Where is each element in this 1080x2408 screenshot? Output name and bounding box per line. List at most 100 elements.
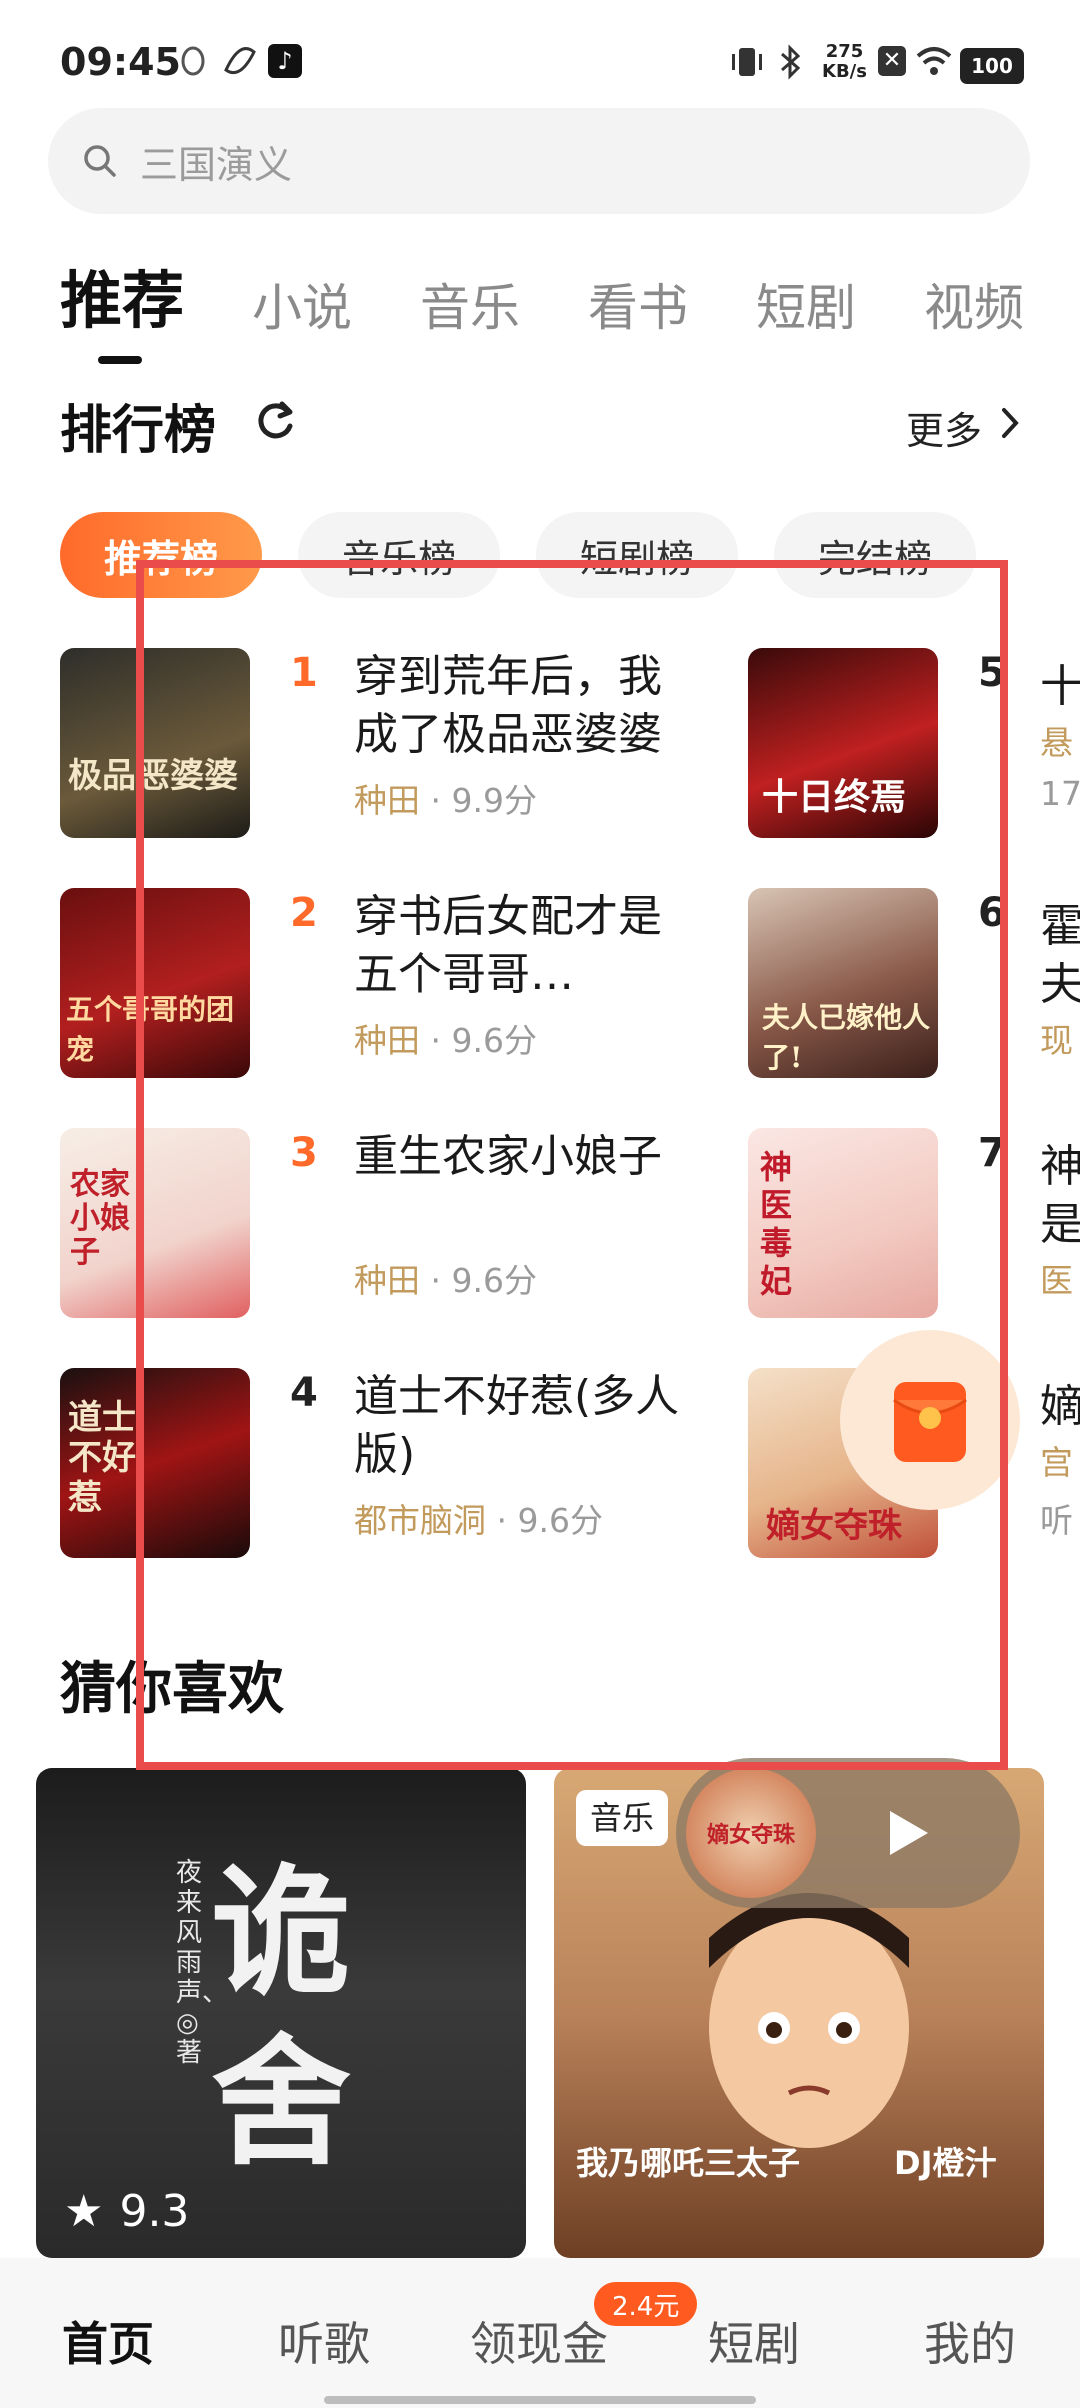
category-tabs: 推荐 小说 音乐 看书 短剧 视频 (60, 240, 1050, 364)
rating-value: 9.3 (119, 2186, 190, 2237)
character-illustration (709, 1893, 909, 2148)
book-meta: 都市脑洞 · 9.6分 (354, 1501, 603, 1540)
book-cover[interactable]: 五个哥哥的团宠 (60, 888, 250, 1078)
ranking-chips: 推荐榜 音乐榜 短剧榜 完结榜 (60, 512, 1012, 598)
guess-card[interactable]: 诡舍 夜来风雨声、◎著 ★ 9.3 (36, 1768, 526, 2258)
more-link[interactable]: 更多 (906, 400, 982, 455)
cover-text: 道士不好惹 (68, 1398, 136, 1518)
search-bar[interactable]: 三国演义 (48, 108, 1030, 214)
qq-icon (181, 46, 205, 76)
vibrate-icon (732, 48, 762, 76)
tab-music[interactable]: 音乐 (420, 268, 520, 340)
book-title[interactable]: 穿到荒年后，我成了极品恶婆婆 (354, 648, 694, 764)
nav-listen[interactable]: 听歌 (278, 2308, 370, 2374)
mini-player[interactable]: 嫡女夺珠 (676, 1758, 1020, 1908)
chip-music-rank[interactable]: 音乐榜 (298, 512, 501, 598)
chip-drama-rank[interactable]: 短剧榜 (536, 512, 739, 598)
nav-me[interactable]: 我的 (924, 2308, 1016, 2374)
rank-number: 1 (290, 650, 318, 696)
cover-author: 夜来风雨声、◎著 (176, 1858, 229, 2068)
rank-number: 3 (290, 1130, 318, 1176)
cash-badge: 2.4元 (594, 2282, 698, 2326)
ranking-title: 排行榜 (60, 401, 217, 461)
book-title-fragment[interactable]: 神 (1040, 1130, 1080, 1194)
cover-text: 嫡女夺珠 (766, 1506, 902, 1546)
book-title-fragment[interactable]: 夫 (1040, 948, 1080, 1012)
book-meta-fragment: 宫 (1040, 1443, 1073, 1482)
book-title-fragment[interactable]: 十 (1040, 650, 1080, 714)
net-speed-unit: KB/s (822, 61, 867, 82)
book-cover[interactable]: 十日终焉 (748, 648, 938, 838)
rank-number: 6 (978, 890, 1006, 936)
wifi-icon (916, 47, 952, 75)
sim-off-icon: ✕ (878, 46, 906, 76)
book-meta-fragment: 医 (1040, 1261, 1073, 1300)
nav-short-drama[interactable]: 短剧 (708, 2308, 800, 2374)
tab-video[interactable]: 视频 (924, 268, 1024, 340)
book-meta: 种田 · 9.6分 (354, 1261, 537, 1300)
cover-text: 神医毒妃 (760, 1148, 793, 1300)
app-leaf-icon (224, 47, 256, 75)
chip-finished-rank[interactable]: 完结榜 (774, 512, 977, 598)
tab-recommend[interactable]: 推荐 (60, 250, 184, 364)
book-score: 9.6分 (451, 1021, 537, 1060)
book-cover[interactable]: 农家小娘子 (60, 1128, 250, 1318)
rank-number: 2 (290, 890, 318, 936)
tiktok-icon: ♪ (268, 44, 302, 78)
chevron-right-icon[interactable] (998, 406, 1022, 440)
book-meta: 种田 · 9.6分 (354, 1021, 537, 1060)
net-speed-value: 275 (825, 41, 864, 62)
nav-earn-cash[interactable]: 领现金 (470, 2308, 608, 2374)
red-envelope-button[interactable] (840, 1330, 1020, 1510)
play-icon[interactable] (876, 1803, 936, 1863)
star-icon: ★ (64, 2186, 104, 2237)
book-genre: 种田 (354, 1021, 420, 1060)
nav-home[interactable]: 首页 (62, 2308, 154, 2374)
cover-text: 诡舍 (210, 1851, 351, 2185)
book-title[interactable]: 重生农家小娘子 (354, 1128, 694, 1186)
book-title[interactable]: 穿书后女配才是五个哥哥… (354, 888, 694, 1004)
book-title-fragment[interactable]: 嫡 (1040, 1370, 1080, 1434)
book-score: 9.6分 (451, 1261, 537, 1300)
chip-recommend-rank[interactable]: 推荐榜 (60, 512, 263, 598)
book-title-fragment[interactable]: 是 (1040, 1188, 1080, 1252)
tab-novel[interactable]: 小说 (252, 268, 352, 340)
book-genre: 种田 (354, 1261, 420, 1300)
book-cover[interactable]: 道士不好惹 (60, 1368, 250, 1558)
rank-number: 4 (290, 1370, 318, 1416)
home-indicator[interactable] (324, 2396, 756, 2404)
book-meta-fragment: 17 (1040, 774, 1080, 813)
status-time: 09:45 (60, 40, 181, 84)
tab-reading[interactable]: 看书 (588, 268, 688, 340)
cover-text: 五个哥哥的团宠 (66, 993, 235, 1066)
refresh-icon[interactable] (252, 398, 298, 444)
book-score: 9.9分 (451, 781, 537, 820)
book-cover[interactable]: 极品恶婆婆 (60, 648, 250, 838)
card-artist: DJ橙汁 (894, 2144, 997, 2182)
cover-text: 农家小娘子 (70, 1167, 130, 1270)
red-envelope-icon (893, 1382, 967, 1462)
tab-short-drama[interactable]: 短剧 (756, 268, 856, 340)
book-genre: 都市脑洞 (354, 1501, 486, 1540)
rank-number: 7 (978, 1130, 1006, 1176)
book-meta-fragment: 听 (1040, 1501, 1073, 1540)
book-meta-fragment: 现 (1040, 1021, 1073, 1060)
card-tag: 音乐 (576, 1790, 669, 1846)
rank-number: 5 (978, 650, 1006, 696)
search-placeholder: 三国演义 (140, 142, 293, 187)
net-speed: 275 KB/s (822, 42, 867, 82)
book-title-fragment[interactable]: 霍 (1040, 890, 1080, 954)
book-cover[interactable]: 神医毒妃 (748, 1128, 938, 1318)
search-icon (84, 145, 116, 177)
battery-indicator: 100 (960, 48, 1024, 84)
book-meta: 种田 · 9.9分 (354, 781, 537, 820)
rating: ★ 9.3 (64, 2186, 189, 2237)
cover-text: 夫人已嫁他人了! (762, 1001, 931, 1074)
book-meta-fragment: 悬 (1040, 723, 1073, 762)
book-title[interactable]: 道士不好惹(多人版) (354, 1368, 694, 1484)
mini-player-cover: 嫡女夺珠 (686, 1768, 816, 1898)
cover-text: 极品恶婆婆 (68, 756, 238, 796)
book-cover[interactable]: 夫人已嫁他人了! (748, 888, 938, 1078)
bluetooth-icon (781, 44, 801, 80)
cover-text: 十日终焉 (762, 776, 907, 818)
